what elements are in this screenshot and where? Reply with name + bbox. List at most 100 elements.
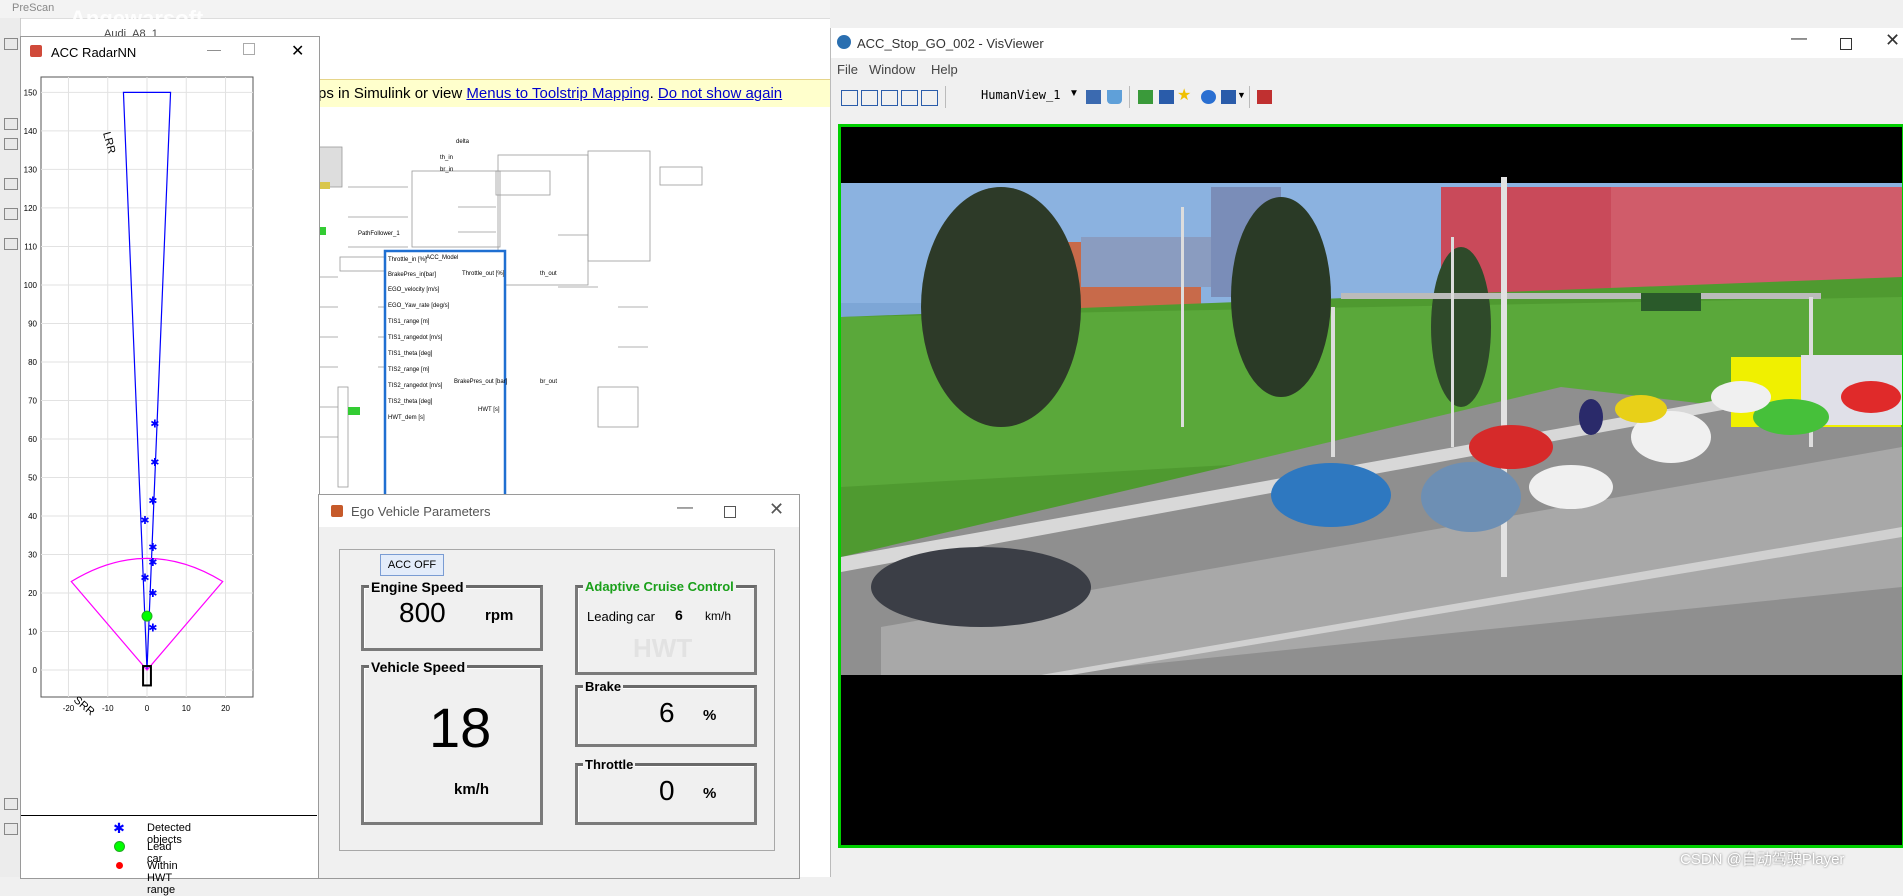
radar-y-ticks: 1501401301201101009080706050403020100 [24,88,38,675]
y-tick-label: 80 [28,358,37,367]
radar-plot: 1501401301201101009080706050403020100 -2… [24,76,254,718]
port-tis2-theta: TIS2_theta [deg] [388,399,433,405]
throttle-unit: % [703,785,717,802]
y-tick-label: 120 [24,204,38,213]
minimize-icon[interactable]: — [677,499,693,517]
port-ego-yaw: EGO_Yaw_rate [deg/s] [388,303,450,309]
app-title: PreScan [12,2,55,14]
layout-three-icon[interactable] [901,90,918,106]
camera-icon[interactable] [4,798,18,810]
port-throttle-in: Throttle_in [%] [388,257,427,263]
matlab-figure-icon [30,45,42,57]
acc-toggle-button[interactable]: ACC OFF [380,554,444,576]
port-ego-velocity: EGO_velocity [m/s] [388,287,440,293]
star-icon[interactable]: ★ [1177,85,1191,105]
menu-help[interactable]: Help [931,62,958,77]
3d-scene-view[interactable] [838,124,1903,848]
radar-grid [40,76,254,698]
legend-hwt-label: Within HWT range [147,860,178,896]
port-brake-in: BrakePres_in[bar] [388,272,437,278]
expand-icon[interactable] [4,823,18,835]
port-tis2-range: TIS2_range [m] [388,367,430,373]
home-icon[interactable] [1159,90,1174,104]
menu-file[interactable]: File [837,62,858,77]
tag-br-in: br_in [440,167,454,173]
maximize-icon[interactable] [1840,38,1852,50]
y-tick-label: 140 [24,127,38,136]
help-icon[interactable] [1201,90,1216,104]
radar-title: ACC RadarNN [51,45,137,60]
tag-br-out: br_out [540,379,558,385]
visviewer-titlebar: ACC_Stop_GO_002 - VisViewer — ✕ [831,28,1903,58]
annotation-icon[interactable] [4,178,18,190]
x-tick-label: 10 [182,704,191,713]
layout-quad-icon[interactable] [921,90,938,106]
y-tick-label: 20 [28,589,37,598]
bin-icon[interactable] [1107,90,1122,104]
y-tick-label: 110 [24,242,37,251]
leading-car-unit: km/h [705,609,732,623]
zoom-icon[interactable] [4,118,18,130]
notice-text: ps in Simulink or view [318,85,467,102]
back-icon[interactable] [4,38,18,50]
throttle-value: 0 [659,775,675,806]
tag-th-in: th_in [440,155,454,161]
tag-th-out: th_out [540,271,557,277]
brake-value: 6 [659,697,675,728]
ego-vehicle-window: Ego Vehicle Parameters — ✕ Engine Speed … [318,494,800,879]
x-tick-label: 20 [221,704,230,713]
asterisk-icon: ✱ [113,820,125,836]
port-hwt-dem: HWT_dem [s] [388,415,425,421]
menu-window[interactable]: Window [869,62,915,77]
maximize-icon[interactable] [724,506,736,518]
figure-icon [331,505,343,517]
path-follower-label: PathFollower_1 [358,231,400,237]
minimize-icon[interactable]: — [207,41,221,57]
y-tick-label: 0 [33,666,38,675]
chevron-down-icon[interactable]: ▼ [1237,90,1246,100]
toolbar-divider [1249,86,1250,108]
save-icon[interactable] [1086,90,1101,104]
port-tis1-rangedot: TIS1_rangedot [m/s] [388,335,443,341]
chevron-down-icon[interactable]: ▼ [1069,88,1079,99]
layout-split-v-icon[interactable] [861,90,878,106]
scene-render [841,177,1902,675]
simulink-left-toolbar [0,18,21,877]
maximize-icon[interactable] [243,43,255,55]
y-tick-label: 60 [28,435,37,444]
do-not-show-link[interactable]: Do not show again [658,85,782,102]
layout-split-h-icon[interactable] [881,90,898,106]
y-tick-label: 90 [28,319,37,328]
visviewer-title: ACC_Stop_GO_002 - VisViewer [857,36,1044,51]
close-icon[interactable]: ✕ [291,41,304,61]
area-icon[interactable] [4,238,18,250]
toolstrip-mapping-link[interactable]: Menus to Toolstrip Mapping [466,85,649,102]
close-icon[interactable]: ✕ [769,499,784,520]
y-tick-label: 10 [28,628,37,637]
ego-titlebar: Ego Vehicle Parameters — ✕ [319,495,799,527]
pointer-icon[interactable] [1138,90,1153,104]
engine-speed-label: Engine Speed [369,579,466,595]
image-icon[interactable] [4,208,18,220]
port-tis1-theta: TIS1_theta [deg] [388,351,433,357]
y-tick-label: 70 [28,396,37,405]
fit-icon[interactable] [4,138,18,150]
y-tick-label: 150 [24,88,38,97]
vehicle-speed-value: 18 [429,696,492,759]
brake-label: Brake [583,679,624,694]
detected-object: ✱ [148,588,157,600]
simulink-canvas[interactable]: ACC_Model Throttle_in [%] BrakePres_in[b… [318,107,830,497]
acc-label: Adaptive Cruise Control [583,579,736,594]
y-tick-label: 40 [28,512,37,521]
minimize-icon[interactable]: — [1791,30,1807,48]
radar-legend: ✱ Detected objects Lead car Within HWT r… [21,815,317,896]
record-icon[interactable] [1257,90,1272,104]
toolbar-divider [1129,86,1130,108]
detected-object: ✱ [148,542,157,554]
layout-single-icon[interactable] [841,90,858,106]
brake-unit: % [703,707,717,724]
close-icon[interactable]: ✕ [1885,30,1900,51]
engine-speed-unit: rpm [485,607,514,624]
detected-object: ✱ [150,457,159,469]
monitor-icon[interactable] [1221,90,1236,104]
